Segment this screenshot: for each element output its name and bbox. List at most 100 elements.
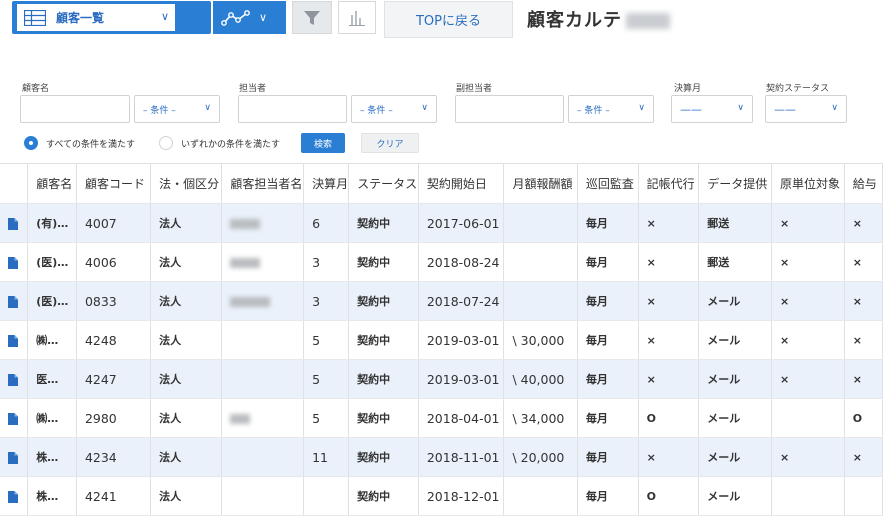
chevron-down-icon: ∨	[831, 103, 838, 113]
monthly-fee-cell: \ 34,000	[503, 398, 578, 438]
search-button[interactable]: 検索	[301, 133, 345, 153]
customer-name-condition[interactable]: – 条件 – ∨	[134, 95, 220, 123]
column-header[interactable]: 顧客コード	[76, 163, 152, 204]
radio-unselected-icon[interactable]	[159, 136, 173, 150]
salary-cell: ×	[844, 281, 883, 321]
row-document-cell[interactable]	[0, 476, 29, 516]
filter-button[interactable]	[292, 1, 332, 34]
staff-input[interactable]	[238, 95, 347, 123]
radio-match-all[interactable]: すべての条件を満たす	[24, 136, 135, 150]
document-icon[interactable]	[8, 490, 18, 503]
customer-code-cell: 0833	[76, 281, 152, 321]
bar-chart-button[interactable]	[338, 1, 376, 34]
column-header[interactable]: 顧客担当者名	[221, 163, 305, 204]
entity-type-cell: 法人	[150, 398, 223, 438]
entity-type-cell: 法人	[150, 281, 223, 321]
customer-name-cell: ㈱…	[27, 398, 77, 438]
document-icon[interactable]	[8, 256, 18, 269]
data-provision-cell: メール	[698, 281, 772, 321]
table-body: (有)… 4007 法人 6 契約中 2017-06-01 毎月 × 郵送 × × (医)… 4006 法…	[0, 203, 883, 516]
contract-start-cell: 2018-08-24	[418, 242, 505, 282]
sub-staff-input[interactable]	[455, 95, 564, 123]
sub-staff-condition[interactable]: – 条件 – ∨	[568, 95, 654, 123]
row-document-cell[interactable]	[0, 203, 29, 243]
staff-name-cell	[221, 320, 305, 360]
customer-code-cell: 4241	[76, 476, 152, 516]
table-row[interactable]: ㈱… 4248 法人 5 契約中 2019-03-01 \ 30,000 毎月 × メール × ×	[0, 320, 883, 360]
column-header[interactable]: 法・個区分	[150, 163, 223, 204]
table-row[interactable]: 株… 4241 法人 契約中 2018-12-01 毎月 O メール	[0, 476, 883, 516]
row-document-cell[interactable]	[0, 281, 29, 321]
document-icon[interactable]	[8, 373, 18, 386]
settlement-month-cell	[303, 476, 350, 516]
view-selector[interactable]: 顧客一覧 ∨	[12, 1, 211, 34]
chevron-down-icon: ∨	[421, 103, 428, 113]
customer-code-cell: 4248	[76, 320, 152, 360]
column-header[interactable]: データ提供	[698, 163, 772, 204]
audit-cell: 毎月	[577, 320, 639, 360]
audit-cell: 毎月	[577, 359, 639, 399]
customer-name-input[interactable]	[20, 95, 130, 123]
contract-start-cell: 2019-03-01	[418, 359, 505, 399]
table-row[interactable]: ㈱… 2980 法人 5 契約中 2018-04-01 \ 34,000 毎月 O メール O	[0, 398, 883, 438]
radio-selected-icon[interactable]	[24, 136, 38, 150]
settlement-month-cell: 5	[303, 359, 350, 399]
radio-match-any[interactable]: いずれかの条件を満たす	[159, 136, 280, 150]
contract-status-select[interactable]: —— ∨	[765, 95, 847, 123]
table-row[interactable]: (医)… 0833 法人 3 契約中 2018-07-24 毎月 × メール × ×	[0, 281, 883, 321]
column-header[interactable]: 巡回監査	[577, 163, 639, 204]
data-provision-cell: 郵送	[698, 242, 772, 282]
entity-type-cell: 法人	[150, 359, 223, 399]
document-icon[interactable]	[8, 334, 18, 347]
settlement-month-select[interactable]: —— ∨	[671, 95, 753, 123]
column-header[interactable]: 顧客名	[27, 163, 77, 204]
back-to-top-button[interactable]: TOPに戻る	[384, 1, 513, 38]
column-header[interactable]: 月額報酬額	[503, 163, 578, 204]
column-header[interactable]: 記帳代行	[638, 163, 700, 204]
staff-condition[interactable]: – 条件 – ∨	[351, 95, 437, 123]
unit-target-cell: ×	[771, 320, 845, 360]
table-row[interactable]: (医)… 4006 法人 3 契約中 2018-08-24 毎月 × 郵送 × ×	[0, 242, 883, 282]
document-icon[interactable]	[8, 217, 18, 230]
unit-target-cell: ×	[771, 203, 845, 243]
monthly-fee-cell	[503, 476, 578, 516]
audit-cell: 毎月	[577, 281, 639, 321]
data-provision-cell: 郵送	[698, 203, 772, 243]
data-provision-cell: メール	[698, 398, 772, 438]
document-icon[interactable]	[8, 451, 18, 464]
chart-view-button[interactable]: ∨	[213, 1, 286, 34]
clear-button[interactable]: クリア	[361, 133, 419, 153]
column-header	[0, 163, 29, 204]
table-row[interactable]: 株… 4234 法人 11 契約中 2018-11-01 \ 20,000 毎月 × メール × ×	[0, 437, 883, 477]
redacted-text	[230, 413, 251, 424]
audit-cell: 毎月	[577, 398, 639, 438]
row-document-cell[interactable]	[0, 437, 29, 477]
view-selector-inner[interactable]: 顧客一覧 ∨	[17, 4, 175, 31]
customer-code-cell: 2980	[76, 398, 152, 438]
row-document-cell[interactable]	[0, 320, 29, 360]
chevron-down-icon: ∨	[204, 103, 211, 113]
table-row[interactable]: 医… 4247 法人 5 契約中 2019-03-01 \ 40,000 毎月 × メール × ×	[0, 359, 883, 399]
row-document-cell[interactable]	[0, 398, 29, 438]
bookkeeping-cell: ×	[638, 203, 700, 243]
column-header[interactable]: ステータス	[348, 163, 419, 204]
row-document-cell[interactable]	[0, 242, 29, 282]
entity-type-cell: 法人	[150, 437, 223, 477]
monthly-fee-cell: \ 20,000	[503, 437, 578, 477]
status-cell: 契約中	[348, 359, 419, 399]
status-cell: 契約中	[348, 476, 419, 516]
chevron-down-icon[interactable]: ∨	[161, 10, 169, 23]
select-value: ——	[774, 102, 796, 116]
document-icon[interactable]	[8, 295, 18, 308]
status-cell: 契約中	[348, 242, 419, 282]
column-header[interactable]: 決算月	[303, 163, 350, 204]
customer-code-cell: 4247	[76, 359, 152, 399]
row-document-cell[interactable]	[0, 359, 29, 399]
document-icon[interactable]	[8, 412, 18, 425]
salary-cell	[844, 476, 883, 516]
column-header[interactable]: 給与	[844, 163, 883, 204]
column-header[interactable]: 契約開始日	[418, 163, 505, 204]
table-row[interactable]: (有)… 4007 法人 6 契約中 2017-06-01 毎月 × 郵送 × ×	[0, 203, 883, 243]
column-header[interactable]: 原単位対象	[771, 163, 845, 204]
top-toolbar: 顧客一覧 ∨ ∨ TOPに戻る 顧客カルテ	[0, 0, 883, 38]
